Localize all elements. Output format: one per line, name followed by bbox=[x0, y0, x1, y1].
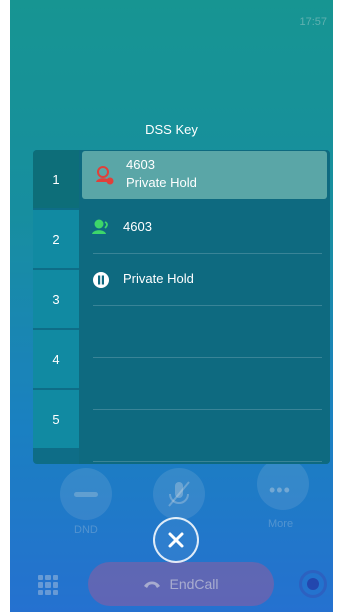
list-item[interactable] bbox=[79, 306, 330, 358]
row-secondary: Private Hold bbox=[126, 175, 197, 190]
pause-icon bbox=[93, 272, 109, 288]
close-icon bbox=[168, 532, 184, 548]
phone-screen: 17:57 DND ••• More EndCall DSS Key 1 2 3… bbox=[10, 0, 333, 612]
row-primary: 4603 bbox=[123, 219, 152, 234]
list-item[interactable]: 4603 bbox=[79, 202, 330, 254]
tab-5[interactable]: 5 bbox=[33, 390, 79, 450]
contact-alert-icon bbox=[96, 166, 114, 185]
list-item[interactable]: 4603 Private Hold bbox=[82, 151, 327, 199]
tab-3[interactable]: 3 bbox=[33, 270, 79, 330]
tab-2[interactable]: 2 bbox=[33, 210, 79, 270]
panel-title: DSS Key bbox=[145, 122, 198, 137]
list-item[interactable]: Private Hold bbox=[79, 254, 330, 306]
list-item[interactable] bbox=[79, 410, 330, 462]
list-item[interactable] bbox=[79, 358, 330, 410]
close-button[interactable] bbox=[153, 517, 199, 563]
row-primary: Private Hold bbox=[123, 271, 194, 286]
dss-key-list: 4603 Private Hold 4603 Private Hold bbox=[79, 150, 330, 464]
row-primary: 4603 bbox=[126, 157, 155, 172]
dss-key-panel: 1 2 3 4 5 4603 Private Hold 4603 Private… bbox=[33, 150, 330, 464]
tab-1[interactable]: 1 bbox=[33, 150, 79, 210]
tab-4[interactable]: 4 bbox=[33, 330, 79, 390]
contact-online-icon bbox=[92, 219, 108, 234]
